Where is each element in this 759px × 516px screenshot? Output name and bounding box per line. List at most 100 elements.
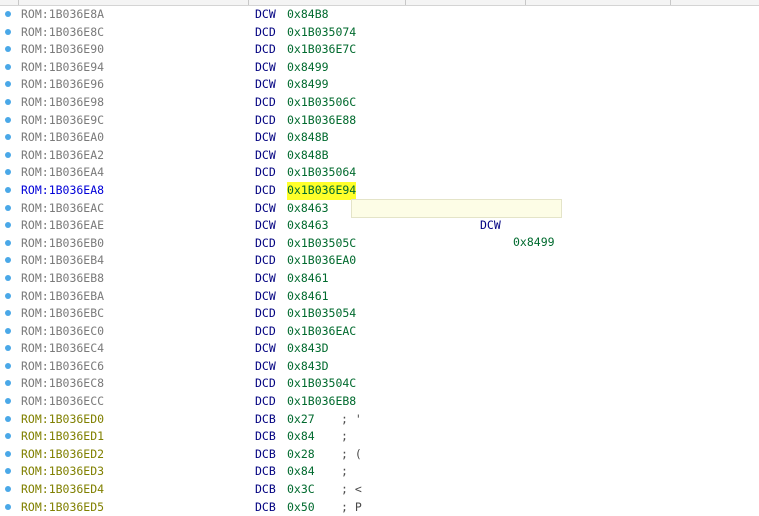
row-address[interactable]: ROM:1B036ED5 [21,499,104,516]
row-address[interactable]: ROM:1B036E98 [21,94,104,112]
listing-row[interactable]: ROM:1B036ED0 DCB 0x27 ; ' [0,411,759,429]
row-operand[interactable]: 0x843D [287,358,329,376]
row-mnemonic[interactable]: DCW [255,129,276,147]
row-mnemonic[interactable]: DCW [255,288,276,306]
row-operand[interactable]: 0x848B [287,147,329,165]
column-separator[interactable] [405,0,406,5]
row-operand[interactable]: 0x50 [287,499,315,516]
row-mnemonic[interactable]: DCD [255,375,276,393]
row-operand[interactable]: 0x27 [287,411,315,429]
listing-row[interactable]: ROM:1B036EBA DCW 0x8461 [0,288,759,306]
row-address[interactable]: ROM:1B036E8C [21,24,104,42]
row-mnemonic[interactable]: DCW [255,358,276,376]
disassembly-listing[interactable]: ROM:1B036E8A DCW 0x84B8 ROM:1B036E8C DCD 0x1B… [0,6,759,516]
row-operand[interactable]: 0x8463 [287,200,329,218]
highlighted-operand[interactable]: 0x1B036E94 [287,181,357,200]
listing-row[interactable]: ROM:1B036EB8 DCW 0x8461 [0,270,759,288]
row-address[interactable]: ROM:1B036ED3 [21,463,104,481]
row-address[interactable]: ROM:1B036EA8 [21,182,104,200]
listing-row[interactable]: ROM:1B036EA0 DCW 0x848B [0,129,759,147]
row-operand[interactable]: 0x1B035054 [287,305,356,323]
listing-row[interactable]: ROM:1B036EC0 DCD 0x1B036EAC [0,323,759,341]
column-separator[interactable] [670,0,671,5]
listing-row[interactable]: ROM:1B036EA4 DCD 0x1B035064 [0,164,759,182]
row-mnemonic[interactable]: DCW [255,147,276,165]
row-mnemonic[interactable]: DCD [255,94,276,112]
row-address[interactable]: ROM:1B036EAE [21,217,104,235]
listing-row[interactable]: ROM:1B036E94 DCW 0x8499 [0,59,759,77]
listing-row[interactable]: ROM:1B036EAE DCW 0x8463 [0,217,759,235]
row-operand[interactable]: 0x28 [287,446,315,464]
listing-row[interactable]: ROM:1B036E9C DCD 0x1B036E88 [0,112,759,130]
row-address[interactable]: ROM:1B036ED1 [21,428,104,446]
row-operand[interactable]: 0x843D [287,340,329,358]
row-address[interactable]: ROM:1B036E8A [21,6,104,24]
row-address[interactable]: ROM:1B036EB0 [21,235,104,253]
row-mnemonic[interactable]: DCB [255,481,276,499]
row-mnemonic[interactable]: DCD [255,164,276,182]
row-operand[interactable]: 0x84 [287,463,315,481]
row-operand[interactable]: 0x8461 [287,270,329,288]
row-mnemonic[interactable]: DCB [255,499,276,516]
row-operand[interactable]: 0x84B8 [287,6,329,24]
row-mnemonic[interactable]: DCB [255,463,276,481]
row-mnemonic[interactable]: DCW [255,340,276,358]
row-operand[interactable]: 0x848B [287,129,329,147]
row-mnemonic[interactable]: DCD [255,24,276,42]
row-mnemonic[interactable]: DCD [255,182,276,200]
row-address[interactable]: ROM:1B036ECC [21,393,104,411]
row-address[interactable]: ROM:1B036EA2 [21,147,104,165]
row-operand[interactable]: 0x3C [287,481,315,499]
row-address[interactable]: ROM:1B036EC8 [21,375,104,393]
row-address[interactable]: ROM:1B036E94 [21,59,104,77]
row-mnemonic[interactable]: DCW [255,217,276,235]
row-address[interactable]: ROM:1B036ED4 [21,481,104,499]
listing-row[interactable]: ROM:1B036ED5 DCB 0x50 ; P [0,499,759,516]
row-address[interactable]: ROM:1B036EB8 [21,270,104,288]
row-operand[interactable]: 0x8499 [287,76,329,94]
listing-row[interactable]: ROM:1B036ED4 DCB 0x3C ; < [0,481,759,499]
row-operand[interactable]: 0x1B03504C [287,375,356,393]
row-address[interactable]: ROM:1B036EA4 [21,164,104,182]
listing-row[interactable]: ROM:1B036EB4 DCD 0x1B036EA0 [0,252,759,270]
row-operand[interactable]: 0x1B036E88 [287,112,356,130]
row-mnemonic[interactable]: DCD [255,305,276,323]
listing-row[interactable]: ROM:1B036E8C DCD 0x1B035074 [0,24,759,42]
column-separator[interactable] [18,0,19,5]
row-address[interactable]: ROM:1B036E9C [21,112,104,130]
row-operand[interactable]: 0x1B03505C [287,235,356,253]
row-mnemonic[interactable]: DCW [255,59,276,77]
row-address[interactable]: ROM:1B036E96 [21,76,104,94]
row-mnemonic[interactable]: DCD [255,41,276,59]
row-address[interactable]: ROM:1B036EBC [21,305,104,323]
row-address[interactable]: ROM:1B036EAC [21,200,104,218]
row-operand[interactable]: 0x84 [287,428,315,446]
listing-row[interactable]: ROM:1B036EB0 DCD 0x1B03505C [0,235,759,253]
row-mnemonic[interactable]: DCD [255,323,276,341]
listing-row[interactable]: ROM:1B036EA2 DCW 0x848B [0,147,759,165]
row-address[interactable]: ROM:1B036EC6 [21,358,104,376]
listing-row[interactable]: ROM:1B036EBC DCD 0x1B035054 [0,305,759,323]
listing-row[interactable]: ROM:1B036EC6 DCW 0x843D [0,358,759,376]
listing-row[interactable]: ROM:1B036ED2 DCB 0x28 ; ( [0,446,759,464]
row-mnemonic[interactable]: DCD [255,112,276,130]
column-separator[interactable] [525,0,526,5]
listing-row[interactable]: ROM:1B036E90 DCD 0x1B036E7C [0,41,759,59]
row-mnemonic[interactable]: DCW [255,270,276,288]
row-mnemonic[interactable]: DCW [255,200,276,218]
listing-row[interactable]: ROM:1B036E8A DCW 0x84B8 [0,6,759,24]
row-address[interactable]: ROM:1B036EB4 [21,252,104,270]
listing-row[interactable]: ROM:1B036E96 DCW 0x8499 [0,76,759,94]
row-address[interactable]: ROM:1B036EBA [21,288,104,306]
row-operand[interactable]: 0x8463 [287,217,329,235]
row-operand[interactable]: 0x1B03506C [287,94,356,112]
listing-row[interactable]: ROM:1B036EC4 DCW 0x843D [0,340,759,358]
row-mnemonic[interactable]: DCB [255,446,276,464]
row-address[interactable]: ROM:1B036ED2 [21,446,104,464]
row-operand[interactable]: 0x1B036EB8 [287,393,356,411]
row-address[interactable]: ROM:1B036ED0 [21,411,104,429]
listing-row[interactable]: ROM:1B036ED1 DCB 0x84; [0,428,759,446]
listing-row[interactable]: ROM:1B036ED3 DCB 0x84; [0,463,759,481]
column-separator[interactable] [248,0,249,5]
row-operand[interactable]: 0x8499 [287,59,329,77]
